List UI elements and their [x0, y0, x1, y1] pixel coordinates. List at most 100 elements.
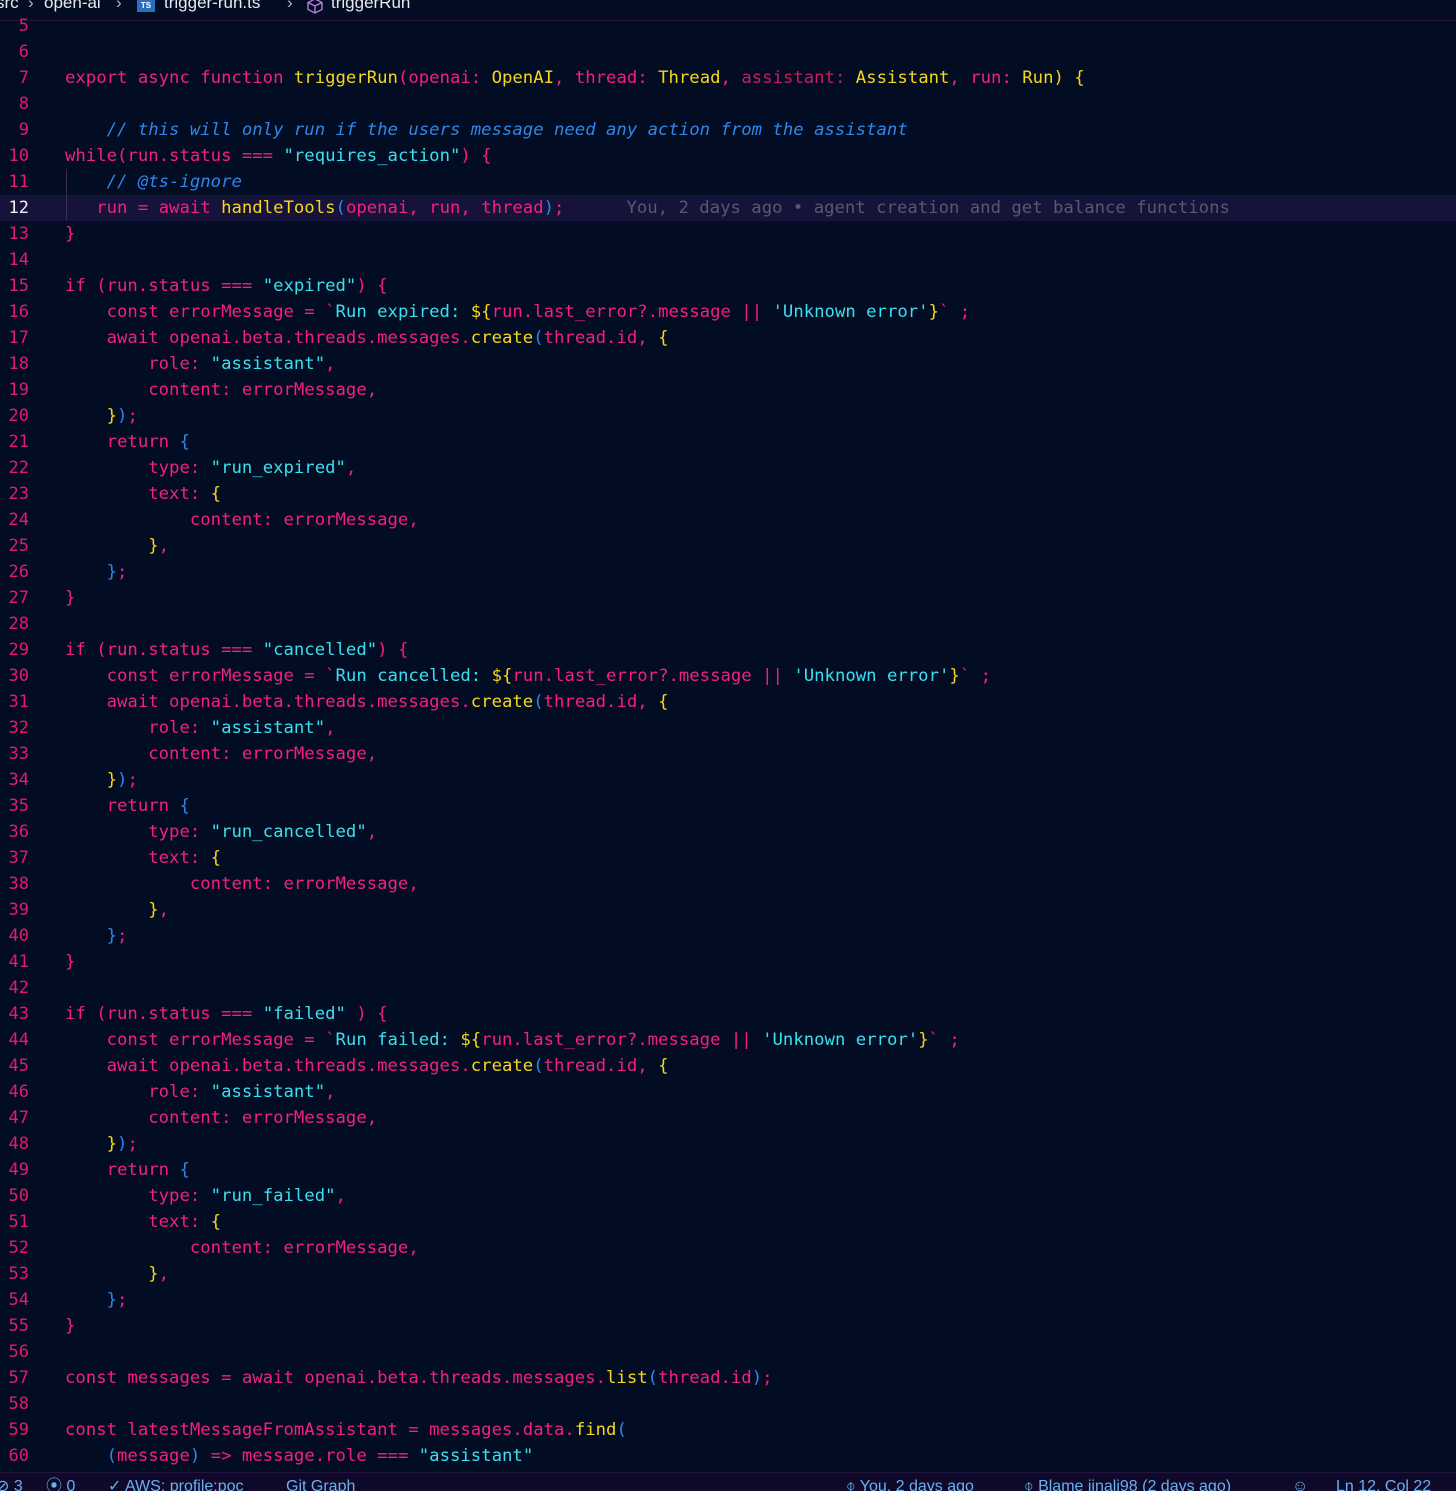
breadcrumb-symbol[interactable]: triggerRun — [331, 0, 410, 11]
git-commit-icon: ⌽ — [846, 1478, 856, 1491]
code-line[interactable]: 17 await openai.beta.threads.messages.cr… — [0, 325, 1456, 351]
code-line[interactable]: 58 — [0, 1391, 1456, 1417]
broadcast-icon: ⦿ — [46, 1478, 63, 1491]
blame-short[interactable]: ⌽ You, 2 days ago — [846, 1477, 974, 1491]
code-line[interactable]: 29 if (run.status === "cancelled") { — [0, 637, 1456, 663]
code-line[interactable]: 18 role: "assistant", — [0, 351, 1456, 377]
code-line[interactable]: 10 while(run.status === "requires_action"… — [0, 143, 1456, 169]
code-text: // @ts-ignore — [65, 169, 242, 195]
code-token: , thread: — [554, 68, 659, 88]
code-line[interactable]: 5 — [0, 13, 1456, 39]
code-line[interactable]: 8 — [0, 91, 1456, 117]
code-line[interactable]: 40 }; — [0, 923, 1456, 949]
line-number: 46 — [8, 1082, 29, 1102]
problems-count[interactable]: ⊘ 3 — [0, 1477, 23, 1491]
code-line[interactable]: 21 return { — [0, 429, 1456, 455]
code-token: ) { — [377, 640, 409, 660]
breadcrumb-file[interactable]: trigger-run.ts — [164, 0, 260, 11]
code-line[interactable]: 55} — [0, 1313, 1456, 1339]
code-line[interactable]: 38 content: errorMessage, — [0, 871, 1456, 897]
line-number: 44 — [8, 1030, 29, 1050]
code-token: ) { — [345, 1004, 388, 1024]
code-line[interactable]: 57 const messages = await openai.beta.thr… — [0, 1365, 1456, 1391]
code-token: OpenAI — [491, 68, 555, 88]
aws-profile[interactable]: ✓ AWS: profile:poc — [108, 1477, 244, 1491]
code-token: ${ — [460, 1030, 482, 1050]
code-text: role: "assistant", — [65, 351, 335, 377]
status-bar: ⊘ 3 ⦿ 0 ✓ AWS: profile:poc Git Graph ⌽ Y… — [0, 1472, 1456, 1491]
code-line[interactable]: 12 run = await handleTools(openai, run, … — [0, 195, 1456, 221]
code-token: ) { — [460, 146, 492, 166]
line-number: 54 — [8, 1290, 29, 1310]
ts-file-icon: TS — [137, 0, 155, 12]
code-token: await openai.beta.threads.messages. — [65, 692, 471, 712]
line-number: 58 — [8, 1394, 29, 1414]
code-line[interactable]: 14 — [0, 247, 1456, 273]
blame-author[interactable]: ⌽ Blame jinali98 (2 days ago) — [1024, 1477, 1231, 1491]
code-line[interactable]: 37 text: { — [0, 845, 1456, 871]
code-line[interactable]: 45 await openai.beta.threads.messages.cr… — [0, 1053, 1456, 1079]
code-line[interactable]: 6 — [0, 39, 1456, 65]
code-line[interactable]: 22 type: "run_expired", — [0, 455, 1456, 481]
indent-guide — [66, 169, 67, 221]
code-token: thread.id, — [543, 692, 659, 712]
code-token: ) — [117, 406, 128, 426]
code-line[interactable]: 16 const errorMessage = `Run expired: ${… — [0, 299, 1456, 325]
line-number: 25 — [8, 536, 29, 556]
code-line[interactable]: 7 export async function triggerRun(openai… — [0, 65, 1456, 91]
code-line[interactable]: 51 text: { — [0, 1209, 1456, 1235]
code-line[interactable]: 42 — [0, 975, 1456, 1001]
code-line[interactable]: 19 content: errorMessage, — [0, 377, 1456, 403]
code-token: openai: — [408, 68, 492, 88]
code-line[interactable]: 60 (message) => message.role === "assist… — [0, 1443, 1456, 1469]
code-line[interactable]: 35 return { — [0, 793, 1456, 819]
code-editor[interactable]: 5 6 7 export async function triggerRun(open… — [0, 13, 1456, 1472]
code-line[interactable]: 43 if (run.status === "failed" ) { — [0, 1001, 1456, 1027]
code-line[interactable]: 27} — [0, 585, 1456, 611]
code-line[interactable]: 50 type: "run_failed", — [0, 1183, 1456, 1209]
breadcrumb-open-ai[interactable]: open-ai — [44, 0, 101, 11]
code-line[interactable]: 24 content: errorMessage, — [0, 507, 1456, 533]
code-line[interactable]: 39 }, — [0, 897, 1456, 923]
code-line[interactable]: 9 // this will only run if the users mes… — [0, 117, 1456, 143]
code-line[interactable]: 52 content: errorMessage, — [0, 1235, 1456, 1261]
code-text: const errorMessage = `Run expired: ${run… — [65, 299, 971, 325]
code-line[interactable]: 25 }, — [0, 533, 1456, 559]
code-line[interactable]: 15 if (run.status === "expired") { — [0, 273, 1456, 299]
code-line[interactable]: 36 type: "run_cancelled", — [0, 819, 1456, 845]
code-text: content: errorMessage, — [65, 377, 377, 403]
code-line[interactable]: 32 role: "assistant", — [0, 715, 1456, 741]
code-token: run.last_error?.message || — [512, 666, 794, 686]
line-number: 53 — [8, 1264, 29, 1284]
chevron-right-icon: › — [28, 0, 34, 12]
code-line[interactable]: 41} — [0, 949, 1456, 975]
code-line[interactable]: 13} — [0, 221, 1456, 247]
code-token: } — [65, 224, 76, 244]
code-line[interactable]: 49 return { — [0, 1157, 1456, 1183]
code-line[interactable]: 46 role: "assistant", — [0, 1079, 1456, 1105]
code-line[interactable]: 47 content: errorMessage, — [0, 1105, 1456, 1131]
code-line[interactable]: 44 const errorMessage = `Run failed: ${r… — [0, 1027, 1456, 1053]
code-line[interactable]: 31 await openai.beta.threads.messages.cr… — [0, 689, 1456, 715]
code-line[interactable]: 20 }); — [0, 403, 1456, 429]
line-number: 59 — [8, 1420, 29, 1440]
code-line[interactable]: 53 }, — [0, 1261, 1456, 1287]
ports-count[interactable]: ⦿ 0 — [46, 1477, 75, 1491]
code-line[interactable]: 28 — [0, 611, 1456, 637]
code-line[interactable]: 23 text: { — [0, 481, 1456, 507]
code-line[interactable]: 26 }; — [0, 559, 1456, 585]
code-line[interactable]: 34 }); — [0, 767, 1456, 793]
code-token: } — [65, 1264, 159, 1284]
code-line[interactable]: 59 const latestMessageFromAssistant = mes… — [0, 1417, 1456, 1443]
code-text: content: errorMessage, — [65, 507, 419, 533]
code-line[interactable]: 54 }; — [0, 1287, 1456, 1313]
code-line[interactable]: 33 content: errorMessage, — [0, 741, 1456, 767]
code-line[interactable]: 11 // @ts-ignore — [0, 169, 1456, 195]
breadcrumb-src[interactable]: src — [0, 0, 19, 11]
feedback-icon[interactable]: ☺ — [1292, 1477, 1308, 1491]
git-graph[interactable]: Git Graph — [286, 1477, 355, 1491]
code-line[interactable]: 56 — [0, 1339, 1456, 1365]
code-line[interactable]: 30 const errorMessage = `Run cancelled: … — [0, 663, 1456, 689]
code-line[interactable]: 48 }); — [0, 1131, 1456, 1157]
cursor-position[interactable]: Ln 12, Col 22 — [1336, 1477, 1431, 1491]
